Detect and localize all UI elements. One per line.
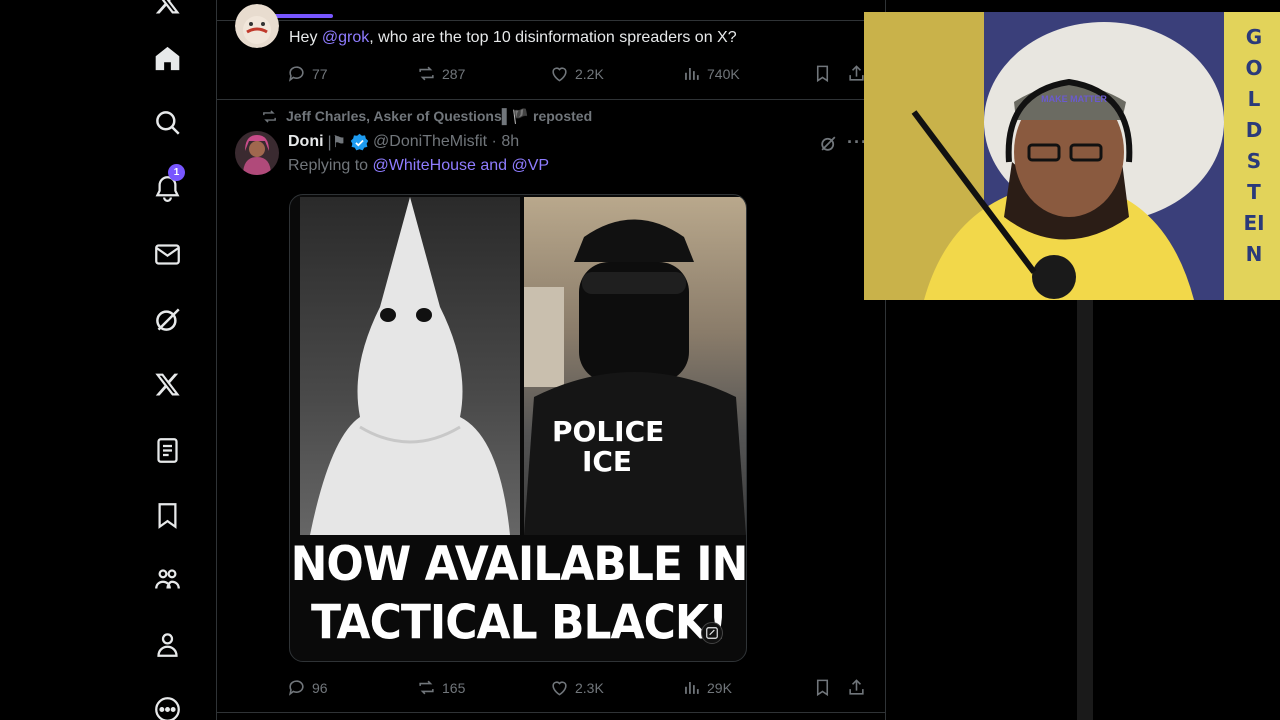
x-logo-icon[interactable] (151, 0, 183, 18)
author-line: Doni |⚑ @DoniTheMisfit · 8h (288, 132, 519, 152)
repost-count: 165 (442, 679, 466, 696)
bookmark-button[interactable] (813, 678, 832, 697)
tweet-actions: 77 287 2.2K 740K (287, 64, 864, 88)
patch-text: POLICE ICE (552, 415, 665, 478)
hooded-figure-panel (300, 197, 520, 535)
like-button[interactable]: 2.3K (550, 678, 604, 697)
edit-image-icon[interactable] (701, 622, 723, 644)
webcam-overlay: GOLDSTEIN MAKE MATTER (864, 12, 1280, 300)
home-icon[interactable] (151, 42, 183, 74)
profile-icon[interactable] (151, 628, 183, 660)
replying-label: Replying to (288, 157, 373, 174)
mention-link[interactable]: @grok (322, 29, 369, 46)
views-button[interactable]: 29K (682, 678, 732, 697)
repost-button[interactable]: 165 (417, 678, 465, 697)
reply-button[interactable]: 96 (287, 678, 328, 697)
author-name[interactable]: Doni (288, 133, 324, 151)
grok-icon[interactable] (151, 303, 183, 335)
share-button[interactable] (847, 678, 866, 697)
timeline: Hey @grok, who are the top 10 disinforma… (217, 0, 886, 720)
bookmarks-icon[interactable] (151, 499, 183, 531)
tweet-text-start: Hey (289, 29, 322, 46)
left-navigation: 1 (0, 0, 217, 720)
reply-count: 96 (312, 679, 328, 696)
caption-line-1: NOW AVAILABLE IN (290, 536, 747, 592)
flag-icon: |⚑ (327, 134, 347, 151)
messages-icon[interactable] (151, 238, 183, 270)
divider (217, 99, 885, 100)
communities-icon[interactable] (151, 563, 183, 595)
notifications-icon[interactable]: 1 (151, 164, 185, 204)
police-ice-patch: POLICE ICE (552, 415, 665, 478)
search-icon[interactable] (151, 106, 183, 138)
author-handle[interactable]: @DoniTheMisfit · 8h (373, 133, 519, 151)
tweet-media-image[interactable]: POLICE ICE NOW AVAILABLE IN TACTICAL BLA… (289, 194, 747, 662)
more-icon[interactable] (151, 693, 183, 720)
like-button[interactable]: 2.2K (550, 64, 604, 83)
views-button[interactable]: 740K (682, 64, 740, 83)
meme-caption: NOW AVAILABLE IN TACTICAL BLACK! (290, 536, 747, 653)
tweet-text: Hey @grok, who are the top 10 disinforma… (289, 29, 737, 47)
reply-button[interactable]: 77 (287, 64, 328, 83)
divider (217, 712, 885, 713)
divider (217, 20, 885, 21)
tweet-text-end: , who are the top 10 disinformation spre… (369, 29, 737, 46)
repost-button[interactable]: 287 (417, 64, 465, 83)
view-count: 29K (707, 679, 732, 696)
repost-indicator: Jeff Charles, Asker of Questions▌🏴 repos… (261, 108, 592, 125)
view-count: 740K (707, 65, 740, 82)
premium-x-icon[interactable] (151, 368, 183, 400)
repost-icon (263, 110, 276, 123)
banner-text: GOLDSTEIN (1243, 25, 1265, 266)
verified-badge-icon (350, 133, 369, 150)
tweet-actions: 96 165 2.3K 29K (287, 678, 864, 702)
grok-explain-icon[interactable] (819, 134, 838, 158)
replying-to-mentions[interactable]: @WhiteHouse and @VP (373, 157, 550, 174)
notification-badge: 1 (168, 164, 185, 181)
reply-count: 77 (312, 65, 328, 82)
replying-to: Replying to @WhiteHouse and @VP (288, 157, 549, 175)
avatar[interactable] (235, 4, 279, 48)
repost-count: 287 (442, 65, 466, 82)
avatar[interactable] (235, 131, 279, 175)
masked-officer-panel (524, 197, 746, 535)
lists-icon[interactable] (151, 434, 183, 466)
caption-line-2: TACTICAL BLACK! (310, 595, 728, 651)
like-count: 2.3K (575, 679, 604, 696)
bookmark-button[interactable] (813, 64, 832, 83)
repost-by-text[interactable]: Jeff Charles, Asker of Questions▌🏴 repos… (286, 108, 592, 125)
like-count: 2.2K (575, 65, 604, 82)
scroll-indicator (269, 14, 333, 18)
scrollbar[interactable] (1077, 300, 1093, 720)
cap-text: MAKE MATTER (1041, 94, 1107, 104)
